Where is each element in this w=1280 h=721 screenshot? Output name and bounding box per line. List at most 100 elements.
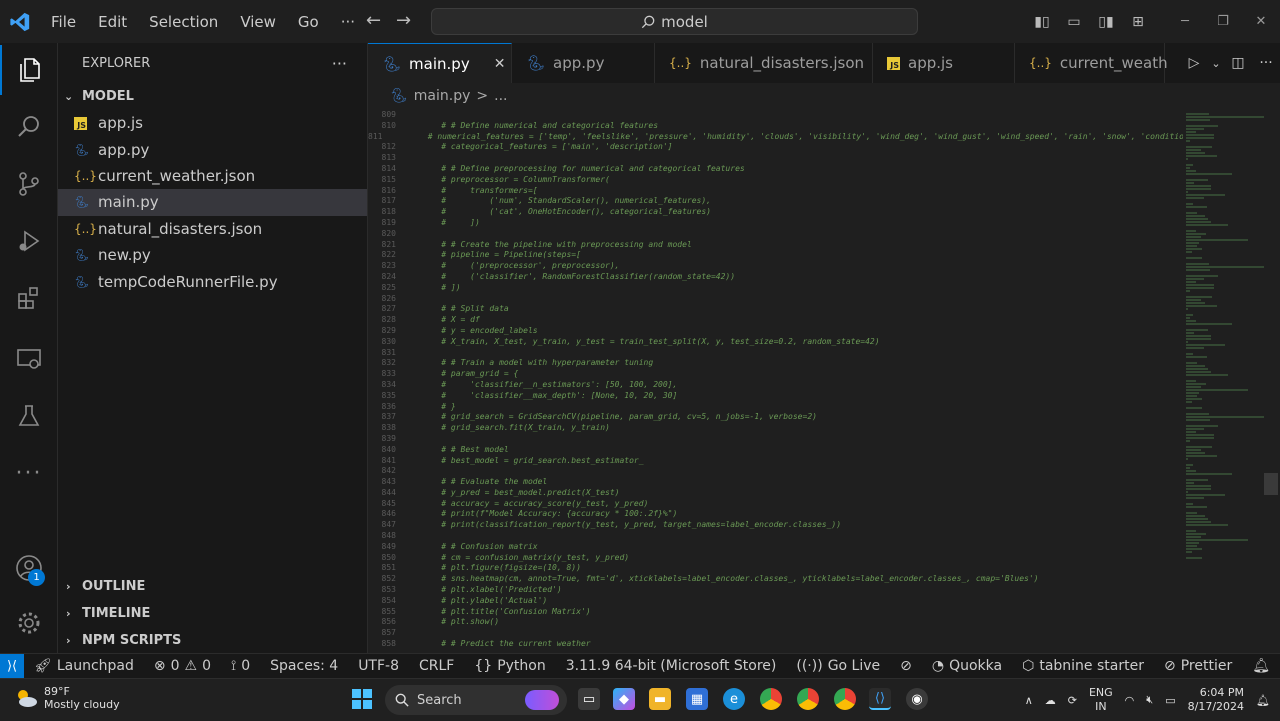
remote-explorer-icon[interactable]	[0, 334, 58, 384]
code-line[interactable]: 829 # y = encoded_labels	[368, 326, 1183, 337]
split-editor-icon[interactable]: ◫	[1224, 55, 1252, 71]
encoding-status[interactable]: UTF-8	[348, 658, 409, 674]
language-status[interactable]: {} Python	[464, 658, 555, 674]
more-views-icon[interactable]: ···	[0, 448, 58, 498]
copilot-status[interactable]: ⊘	[890, 658, 922, 674]
code-line[interactable]: 858 # # Predict the current weather	[368, 639, 1183, 650]
notifications-bell-icon[interactable]: 🔔︎	[1242, 658, 1280, 674]
go-live-status[interactable]: ((·)) Go Live	[786, 658, 890, 674]
code-line[interactable]: 840 # # Best model	[368, 445, 1183, 456]
code-line[interactable]: 817 # ('num', StandardScaler(), numerica…	[368, 196, 1183, 207]
code-line[interactable]: 825 # ])	[368, 283, 1183, 294]
close-tab-icon[interactable]: ✕	[494, 56, 506, 72]
minimize-icon[interactable]: ─	[1166, 14, 1204, 29]
file-main-py[interactable]: 🐍︎ main.py	[58, 189, 367, 216]
close-window-icon[interactable]: ✕	[1242, 14, 1280, 29]
toggle-panel-icon[interactable]: ▭	[1058, 14, 1090, 30]
code-line[interactable]: 847 # print(classification_report(y_test…	[368, 520, 1183, 531]
code-line[interactable]: 823 # ('preprocessor', preprocessor),	[368, 261, 1183, 272]
code-editor[interactable]: 809 810 # # Define numerical and categori…	[368, 110, 1183, 653]
explorer-more-icon[interactable]: ···	[332, 54, 347, 73]
code-line[interactable]: 828 # X = df	[368, 315, 1183, 326]
code-line[interactable]: 816 # transformers=[	[368, 186, 1183, 197]
code-line[interactable]: 821 # # Create the pipeline with preproc…	[368, 240, 1183, 251]
code-line[interactable]: 812 # categorical_features = ['main', 'd…	[368, 142, 1183, 153]
back-arrow-icon[interactable]: ←	[366, 10, 381, 31]
copilot-app-icon[interactable]: ◆	[613, 688, 635, 710]
code-line[interactable]: 826	[368, 294, 1183, 305]
menu-file[interactable]: File	[40, 13, 87, 31]
code-line[interactable]: 815 # preprocessor = ColumnTransformer(	[368, 175, 1183, 186]
tab-app-py[interactable]: 🐍︎ app.py	[512, 43, 655, 83]
code-line[interactable]: 855 # plt.title('Confusion Matrix')	[368, 607, 1183, 618]
eol-status[interactable]: CRLF	[409, 658, 464, 674]
ports-status[interactable]: ⟟ 0	[221, 658, 260, 674]
code-line[interactable]: 833 # param_grid = {	[368, 369, 1183, 380]
code-line[interactable]: 836 # }	[368, 402, 1183, 413]
run-dropdown-icon[interactable]: ⌄	[1208, 57, 1224, 70]
chrome-icon[interactable]	[760, 688, 782, 710]
menu-selection[interactable]: Selection	[138, 13, 229, 31]
testing-icon[interactable]	[0, 391, 58, 441]
forward-arrow-icon[interactable]: →	[396, 10, 411, 31]
indentation-status[interactable]: Spaces: 4	[260, 658, 348, 674]
menu-go[interactable]: Go	[287, 13, 330, 31]
code-line[interactable]: 848	[368, 531, 1183, 542]
battery-icon[interactable]: ▭	[1165, 694, 1175, 707]
code-line[interactable]: 849 # # Confusion matrix	[368, 542, 1183, 553]
file-natural-disasters-json[interactable]: {..} natural_disasters.json	[58, 216, 367, 242]
file-app-js[interactable]: JS app.js	[58, 110, 367, 136]
code-line[interactable]: 846 # print(f"Model Accuracy: {accuracy …	[368, 509, 1183, 520]
code-line[interactable]: 854 # plt.ylabel('Actual')	[368, 596, 1183, 607]
file-explorer-icon[interactable]: ▬	[649, 688, 671, 710]
code-line[interactable]: 809	[368, 110, 1183, 121]
extensions-icon[interactable]	[0, 273, 58, 323]
tab-main-py[interactable]: 🐍︎ main.py ✕	[368, 43, 512, 83]
tab-natural-disasters-json[interactable]: {..} natural_disasters.json	[655, 43, 873, 83]
task-view-icon[interactable]: ▭	[578, 688, 600, 710]
folder-model[interactable]: ⌄ MODEL	[58, 83, 367, 110]
code-line[interactable]: 824 # ('classifier', RandomForestClassif…	[368, 272, 1183, 283]
customize-layout-icon[interactable]: ⊞	[1122, 14, 1154, 30]
source-control-icon[interactable]	[0, 159, 58, 209]
sync-icon[interactable]: ⟳	[1068, 694, 1077, 707]
speaker-muted-icon[interactable]: 🔇︎	[1146, 693, 1153, 707]
code-line[interactable]: 814 # # Define preprocessing for numeric…	[368, 164, 1183, 175]
menu-edit[interactable]: Edit	[87, 13, 138, 31]
code-line[interactable]: 843 # # Evaluate the model	[368, 477, 1183, 488]
code-line[interactable]: 851 # plt.figure(figsize=(10, 8))	[368, 563, 1183, 574]
outline-section[interactable]: › OUTLINE	[58, 573, 368, 599]
tab-app-js[interactable]: JS app.js	[873, 43, 1015, 83]
launchpad-status[interactable]: 🚀︎ Launchpad	[24, 658, 144, 674]
code-line[interactable]: 819 # ])	[368, 218, 1183, 229]
code-line[interactable]: 838 # grid_search.fit(X_train, y_train)	[368, 423, 1183, 434]
wifi-icon[interactable]: ◠	[1125, 694, 1135, 707]
run-file-icon[interactable]: ▷	[1180, 55, 1208, 71]
code-line[interactable]: 822 # pipeline = Pipeline(steps=[	[368, 250, 1183, 261]
accounts-icon[interactable]: 1	[0, 543, 58, 593]
input-language[interactable]: ENG IN	[1089, 686, 1113, 714]
code-line[interactable]: 841 # best_model = grid_search.best_esti…	[368, 456, 1183, 467]
code-line[interactable]: 856 # plt.show()	[368, 617, 1183, 628]
code-line[interactable]: 830 # X_train, X_test, y_train, y_test =…	[368, 337, 1183, 348]
github-desktop-icon[interactable]: ◉	[906, 688, 928, 710]
interpreter-status[interactable]: 3.11.9 64-bit (Microsoft Store)	[556, 658, 787, 674]
weather-widget[interactable]: 89°F Mostly cloudy	[14, 685, 120, 711]
chrome-profile-2-icon[interactable]	[834, 688, 856, 710]
code-line[interactable]: 852 # sns.heatmap(cm, annot=True, fmt='d…	[368, 574, 1183, 585]
scrollbar-thumb[interactable]	[1264, 473, 1278, 495]
breadcrumb-rest[interactable]: ...	[494, 88, 507, 104]
code-line[interactable]: 857	[368, 628, 1183, 639]
onedrive-icon[interactable]: ☁	[1045, 694, 1056, 707]
explorer-icon[interactable]	[0, 45, 58, 95]
breadcrumb-file[interactable]: main.py	[414, 88, 471, 104]
clock[interactable]: 6:04 PM 8/17/2024	[1188, 686, 1244, 714]
code-line[interactable]: 810 # # Define numerical and categorical…	[368, 121, 1183, 132]
microsoft-store-icon[interactable]: ▦	[686, 688, 708, 710]
npm-scripts-section[interactable]: › NPM SCRIPTS	[58, 627, 368, 653]
code-line[interactable]: 844 # y_pred = best_model.predict(X_test…	[368, 488, 1183, 499]
code-line[interactable]: 835 # 'classifier__max_depth': [None, 10…	[368, 391, 1183, 402]
file-current-weather-json[interactable]: {..} current_weather.json	[58, 163, 367, 189]
code-line[interactable]: 811 # numerical_features = ['temp', 'fee…	[368, 132, 1183, 143]
code-line[interactable]: 853 # plt.xlabel('Predicted')	[368, 585, 1183, 596]
